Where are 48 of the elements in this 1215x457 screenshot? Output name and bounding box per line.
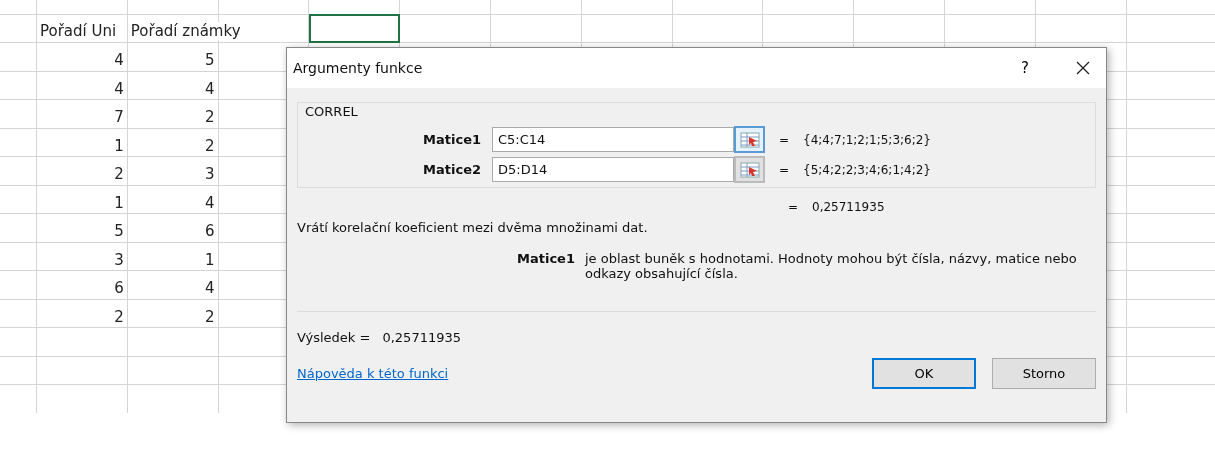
table-cell: 4	[114, 79, 124, 98]
table-cell: 1	[114, 136, 124, 155]
help-link[interactable]: Nápověda k této funkci	[297, 366, 449, 381]
column-header: Pořadí známky	[130, 21, 241, 40]
table-cell: 4	[205, 193, 215, 212]
table-cell: 2	[205, 108, 215, 126]
cell-cursor[interactable]	[309, 14, 401, 43]
table-cell: 2	[114, 165, 124, 183]
table-cell: 1	[205, 250, 215, 269]
result-label: Výsledek =	[297, 330, 371, 345]
window-title: Argumenty funkce	[293, 60, 424, 76]
input-field[interactable]: D5:D14	[492, 157, 734, 182]
formula-result: 0,25711935	[812, 200, 885, 214]
argument-label: Matice1	[422, 132, 482, 147]
argument-label: Matice2	[422, 162, 482, 177]
range-select-icon	[739, 131, 760, 148]
table-cell: 2	[205, 136, 215, 155]
range-select-icon	[739, 161, 760, 178]
table-cell: 7	[114, 108, 124, 126]
close-icon	[1076, 61, 1090, 75]
table-cell: 5	[205, 51, 215, 69]
table-cell: 4	[205, 279, 215, 297]
equals-sign: =	[786, 200, 800, 214]
function-description: Vrátí korelační koeficient mezi dvěma množinami dat.	[297, 220, 649, 235]
table-cell: 2	[114, 307, 124, 326]
table-cell: 6	[114, 279, 124, 297]
table-cell: 6	[205, 222, 215, 240]
table-cell: 2	[205, 307, 215, 326]
input-field[interactable]: C5:C14	[492, 127, 734, 152]
equals-sign: =	[777, 132, 791, 147]
argument-value: {5;4;2;2;3;4;6;1;4;2}	[803, 162, 931, 177]
table-cell: 3	[114, 250, 124, 269]
table-cell: 3	[205, 165, 215, 183]
ok-button[interactable]: OK	[872, 358, 976, 389]
argument-description: je oblast buněk s hodnotami. Hodnoty mohou být čísla, názvy, matice nebo odkazy obsahující čísla.	[584, 251, 1078, 281]
function-name: CORREL	[305, 104, 358, 119]
table-cell: 4	[205, 79, 215, 98]
table-cell: 5	[114, 222, 124, 240]
help-button[interactable]: ?	[1002, 48, 1048, 88]
argument-value: {4;4;7;1;2;1;5;3;6;2}	[803, 132, 931, 147]
table-cell: 1	[114, 193, 124, 212]
argument-name: Matice1	[517, 251, 575, 268]
cancel-button[interactable]: Storno	[992, 358, 1096, 389]
range-select-button[interactable]	[734, 126, 765, 153]
table-cell: 4	[114, 51, 124, 69]
equals-sign: =	[777, 162, 791, 177]
range-select-button[interactable]	[734, 156, 765, 183]
result-value: 0,25711935	[382, 330, 461, 345]
